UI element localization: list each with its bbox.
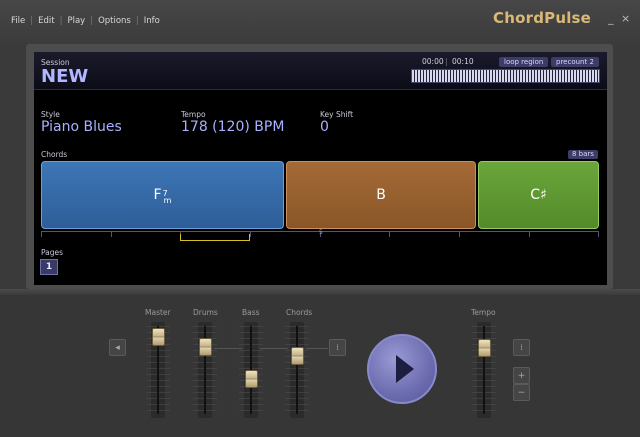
tempo-fader-track: [472, 322, 496, 418]
tempo-fader[interactable]: [477, 339, 491, 358]
master-label: Master: [145, 308, 171, 317]
close-button[interactable]: ×: [621, 12, 630, 25]
bass-label: Bass: [242, 308, 260, 317]
tempo-label: Tempo: [181, 110, 206, 119]
menu-options[interactable]: Options: [98, 16, 131, 26]
tempo-plus-button[interactable]: +: [513, 367, 530, 384]
chord-root: C♯: [530, 187, 547, 203]
master-fader[interactable]: [151, 328, 165, 347]
time-end: 00:10: [452, 57, 474, 66]
chord-root: B: [376, 187, 386, 203]
play-icon: [395, 355, 414, 383]
piano-keyboard[interactable]: [411, 69, 600, 83]
chord-quality: m: [163, 195, 172, 205]
menu-bar: File | Edit | Play | Options | Info: [11, 16, 160, 26]
menu-play[interactable]: Play: [67, 16, 85, 26]
chords-settings-icon[interactable]: ⁞: [329, 339, 346, 356]
speaker-icon[interactable]: ◂: [109, 339, 126, 356]
menu-file[interactable]: File: [11, 16, 25, 26]
pages-label: Pages: [41, 248, 64, 257]
chord-block-1[interactable]: F7m: [41, 161, 284, 229]
chords-channel-label: Chords: [286, 308, 313, 317]
bass-fader[interactable]: [244, 370, 258, 389]
chords-fader[interactable]: [290, 346, 304, 365]
loop-region-button[interactable]: loop region: [499, 57, 549, 67]
chord-block-2[interactable]: B: [286, 161, 476, 229]
app-logo: ChordPulse: [493, 9, 592, 27]
timeline-marker: 5: [319, 229, 323, 236]
key-shift-label: Key Shift: [320, 110, 354, 119]
chords-label: Chords: [41, 150, 68, 159]
precount-button[interactable]: precount 2: [551, 57, 599, 67]
chord-root: F: [153, 187, 162, 203]
minimize-button[interactable]: _: [608, 12, 614, 25]
tempo-value[interactable]: 178 (120) BPM: [181, 119, 284, 135]
style-value[interactable]: Piano Blues: [41, 119, 122, 135]
menu-info[interactable]: Info: [144, 16, 160, 26]
tempo-slider-label: Tempo: [471, 308, 496, 317]
drums-label: Drums: [193, 308, 218, 317]
mixer-panel: [0, 295, 640, 437]
key-shift-value[interactable]: 0: [320, 119, 329, 135]
time-start: 00:00: [422, 57, 444, 66]
session-name[interactable]: NEW: [41, 66, 88, 87]
style-label: Style: [41, 110, 60, 119]
tempo-settings-icon[interactable]: ⁞: [513, 339, 530, 356]
drums-fader[interactable]: [198, 337, 212, 356]
chords-fader-track: [285, 322, 309, 418]
menu-edit[interactable]: Edit: [38, 16, 54, 26]
play-button[interactable]: [367, 334, 437, 404]
tempo-minus-button[interactable]: −: [513, 384, 530, 401]
bars-badge[interactable]: 8 bars: [568, 150, 598, 159]
page-button-1[interactable]: 1: [40, 259, 58, 275]
chord-block-3[interactable]: C♯: [478, 161, 599, 229]
loop-region-bracket[interactable]: [180, 234, 250, 241]
drums-fader-track: [193, 322, 217, 418]
